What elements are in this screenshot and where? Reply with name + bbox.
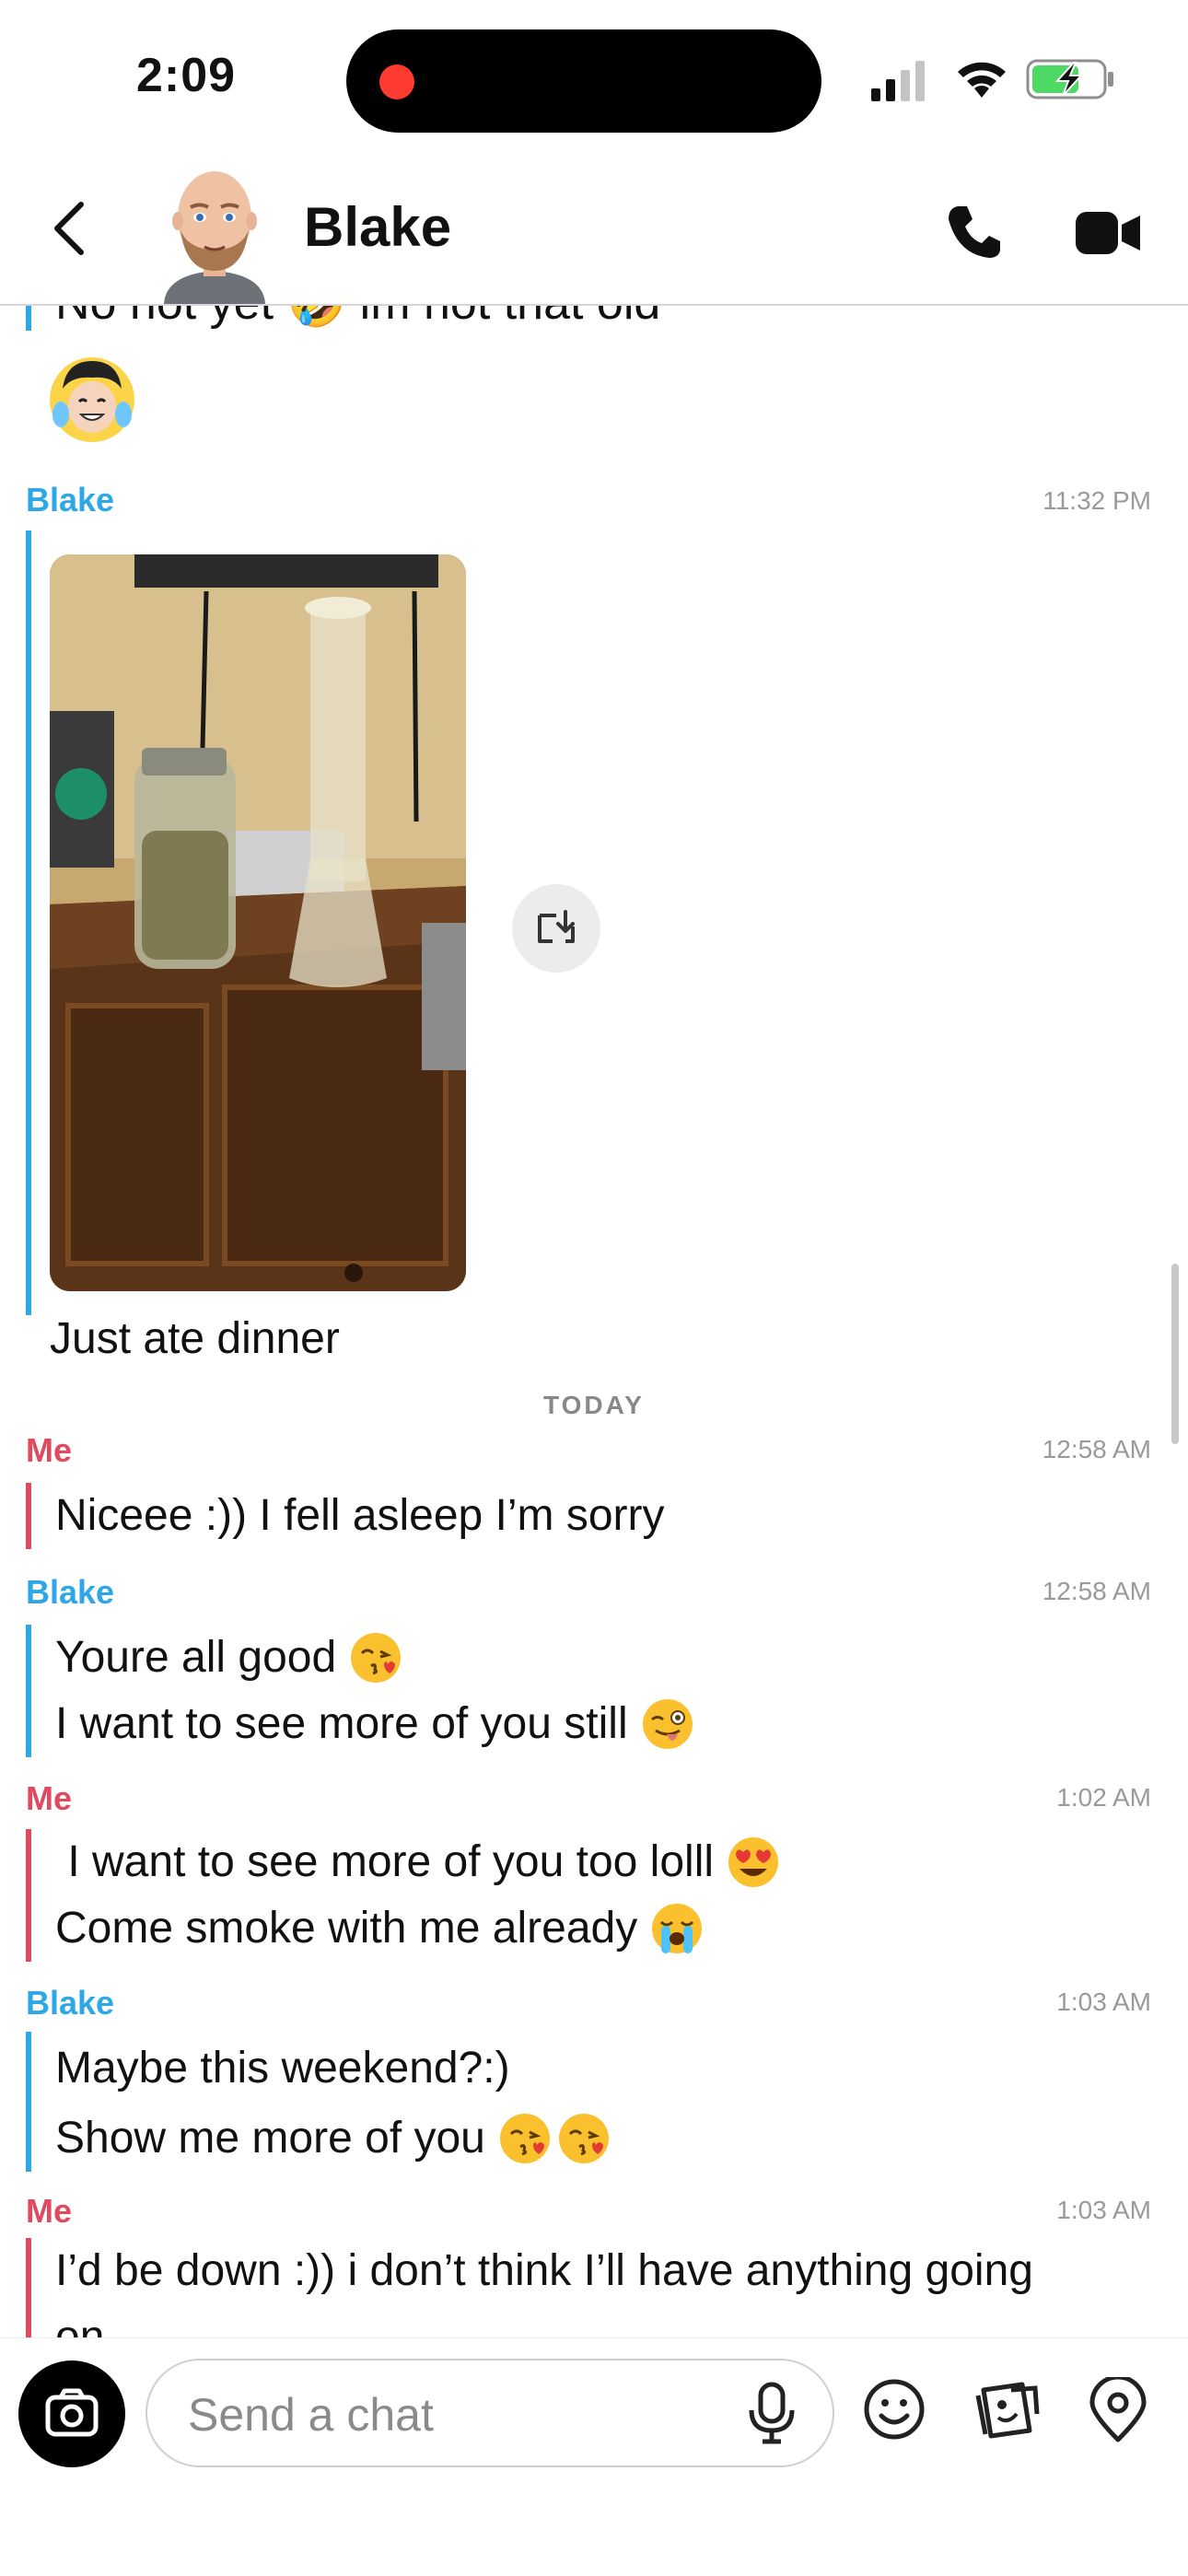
sender-label: Me	[26, 1431, 73, 1469]
emoji-smiley-icon[interactable]	[862, 2377, 926, 2442]
back-chevron-icon[interactable]	[48, 199, 88, 258]
message-group: Youre all good I want to see more of you…	[26, 1625, 694, 1757]
chat-input-placeholder: Send a chat	[188, 2389, 434, 2441]
kissing-face-icon	[558, 2114, 609, 2163]
message-line: Youre all good	[55, 1625, 694, 1691]
message-group: Maybe this weekend?:) Show me more of yo…	[26, 2032, 611, 2172]
message-timestamp: 12:58 AM	[1042, 1435, 1151, 1463]
message-group: Niceee :)) I fell asleep I’m sorry	[26, 1483, 665, 1549]
sender-label: Blake	[26, 1984, 115, 2022]
date-divider: TODAY	[543, 1391, 645, 1419]
microphone-icon[interactable]	[746, 2381, 798, 2447]
message-line: Niceee :)) I fell asleep I’m sorry	[55, 1491, 665, 1540]
sender-label: Me	[26, 1779, 73, 1817]
sender-label: Blake	[26, 1573, 115, 1611]
message-group: I want to see more of you too lolll Come…	[26, 1829, 780, 1962]
message-line: Just ate dinner	[50, 1314, 340, 1363]
message-text: Come smoke with me already	[55, 1904, 638, 1952]
sender-label: Blake	[26, 481, 115, 519]
chat-header: Blake	[0, 157, 1188, 306]
heart-eyes-face-icon	[728, 1837, 779, 1887]
message-timestamp: 1:02 AM	[1056, 1783, 1151, 1812]
message-timestamp: 12:58 AM	[1042, 1577, 1151, 1605]
message-group: I’d be down :)) i don’t think I’ll have …	[26, 2238, 1033, 2337]
scrollbar[interactable]	[1171, 1264, 1179, 1444]
stickers-memories-icon[interactable]	[974, 2377, 1041, 2442]
message-line: Maybe this weekend?:)	[55, 2044, 510, 2092]
video-call-icon[interactable]	[1076, 208, 1142, 258]
message-timestamp: 11:32 PM	[1042, 486, 1151, 515]
message-line: Show me more of you	[55, 2105, 611, 2172]
message-text: Show me more of you	[55, 2114, 485, 2162]
kissing-face-icon	[351, 1633, 402, 1683]
sender-label: Me	[26, 2192, 73, 2230]
dynamic-island	[346, 29, 821, 133]
message-line: I want to see more of you too lolll	[55, 1829, 780, 1895]
message-line: I’d be down :)) i don’t think I’ll have …	[55, 2246, 1033, 2295]
loudly-crying-face-icon	[652, 1904, 703, 1953]
status-time: 2:09	[136, 49, 237, 102]
composer-bar: Send a chat	[0, 2337, 1188, 2576]
avatar[interactable]	[153, 157, 276, 304]
message-text-block: Just ate dinner	[26, 1306, 340, 1372]
photo-attachment[interactable]	[50, 554, 466, 1291]
message-timestamp: 1:03 AM	[1056, 1987, 1151, 2016]
message-line: on	[55, 2313, 105, 2337]
camera-icon	[45, 2388, 99, 2437]
status-bar: 2:09	[0, 0, 1188, 157]
chat-scroll-area[interactable]: No not yet 🤣 im not that old Blake 11:32…	[0, 306, 1188, 2337]
message-line: I want to see more of you still	[55, 1691, 694, 1757]
camera-button[interactable]	[18, 2360, 125, 2467]
laughing-crying-emoji	[50, 357, 134, 442]
previous-message-cutoff: No not yet 🤣 im not that old	[26, 306, 660, 331]
location-pin-icon[interactable]	[1089, 2377, 1147, 2443]
contact-name[interactable]: Blake	[304, 195, 451, 259]
chat-input[interactable]: Send a chat	[146, 2359, 834, 2467]
kissing-face-icon	[499, 2114, 550, 2163]
wifi-icon	[958, 62, 1006, 98]
message-timestamp: 1:03 AM	[1056, 2196, 1151, 2224]
cellular-signal-icon	[871, 61, 925, 101]
save-download-icon	[538, 910, 575, 943]
battery-charging-icon	[1026, 59, 1113, 99]
winking-tongue-face-icon	[642, 1699, 693, 1749]
save-to-chat-button[interactable]	[512, 884, 600, 973]
message-text: Youre all good	[55, 1633, 337, 1682]
phone-call-icon[interactable]	[945, 203, 1004, 262]
message-text: I want to see more of you too lolll	[55, 1837, 715, 1886]
message-line: Come smoke with me already	[55, 1895, 780, 1962]
message-text: I want to see more of you still	[55, 1699, 628, 1748]
recording-indicator	[379, 64, 414, 99]
